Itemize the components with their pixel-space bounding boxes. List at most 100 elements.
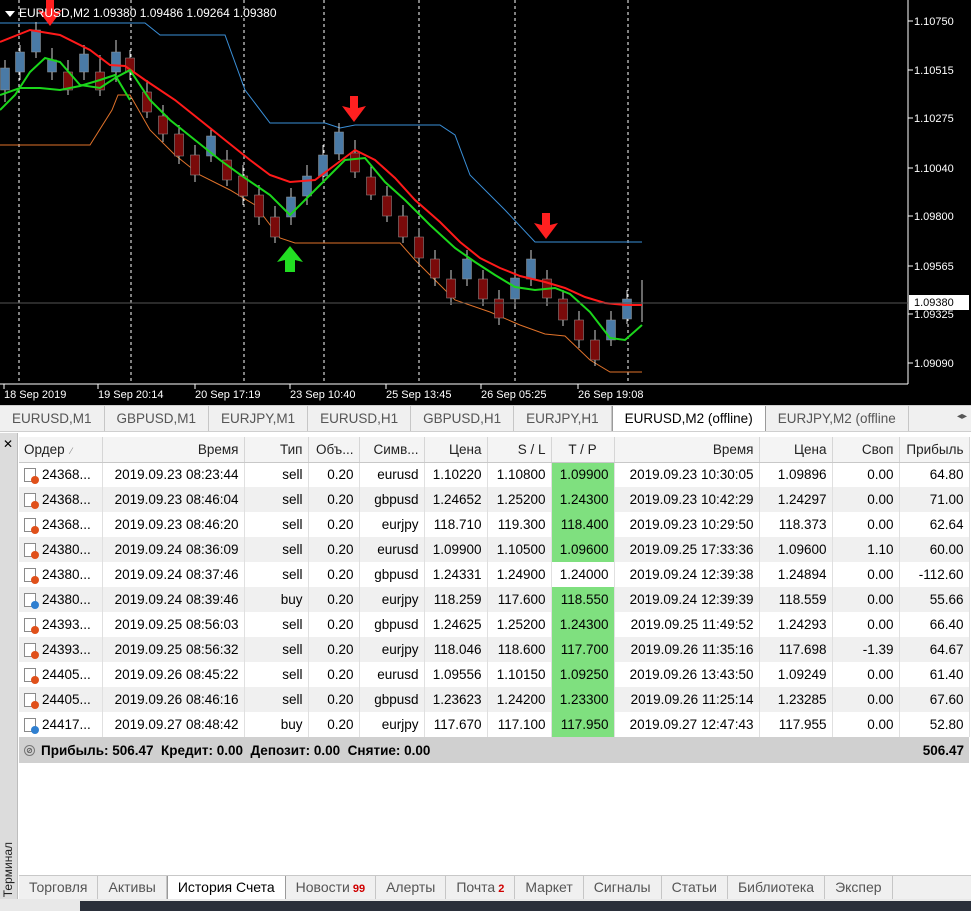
cell-volume: 0.20	[308, 712, 360, 737]
column-header[interactable]: Тип	[244, 437, 309, 463]
cell-open-time: 2019.09.26 08:45:22	[102, 662, 245, 687]
column-header-label: Время	[712, 441, 754, 457]
terminal-tab[interactable]: Торговля	[19, 876, 99, 899]
cell-close-time: 2019.09.27 12:47:43	[614, 712, 760, 737]
terminal-tab[interactable]: Новости 99	[286, 876, 377, 899]
column-header-label: Своп	[861, 441, 894, 457]
close-icon[interactable]: ✕	[3, 437, 13, 451]
cell-close-price: 1.24293	[759, 612, 833, 637]
sell-order-icon	[24, 643, 39, 660]
chart-tab[interactable]: EURJPY,H1	[514, 406, 612, 431]
cell-open-price: 118.046	[424, 637, 488, 662]
terminal-tab[interactable]: Экспер	[825, 876, 893, 899]
terminal-tab-label: Библиотека	[737, 879, 815, 895]
column-header[interactable]: Цена	[759, 437, 833, 463]
chart-canvas[interactable]: 1.10750 1.10515 1.10275 1.10040 1.09800 1.095…	[0, 0, 971, 405]
cell-sl: 1.25200	[487, 487, 552, 512]
cell-open-price: 1.09556	[424, 662, 488, 687]
terminal-tab[interactable]: Статьи	[662, 876, 728, 899]
history-table: Ордер ⁄ Время Тип Объ... Симв... Цена S / L T / …	[19, 437, 970, 871]
column-header[interactable]: Объ...	[308, 437, 360, 463]
cell-tp: 1.23300	[551, 687, 615, 712]
table-row[interactable]: 24417... 2019.09.27 08:48:42 buy 0.20 eurjpy…	[19, 712, 970, 737]
table-row[interactable]: 24380... 2019.09.24 08:36:09 sell 0.20 eurus…	[19, 537, 970, 562]
terminal-tab[interactable]: Маркет	[515, 876, 584, 899]
time-axis-label: 25 Sep 13:45	[386, 389, 451, 401]
terminal-tab[interactable]: История Счета	[166, 876, 286, 899]
terminal-tab[interactable]: Активы	[98, 876, 167, 899]
table-row[interactable]: 24393... 2019.09.25 08:56:03 sell 0.20 gbpus…	[19, 612, 970, 637]
cell-symbol: eurusd	[359, 662, 425, 687]
column-header[interactable]: Время	[614, 437, 760, 463]
chart-tab[interactable]: EURUSD,M2 (offline)	[611, 406, 766, 431]
cell-close-time: 2019.09.26 11:35:16	[614, 637, 760, 662]
price-chart[interactable]: 1.10750 1.10515 1.10275 1.10040 1.09800 1.095…	[0, 0, 971, 405]
column-header[interactable]: Время	[102, 437, 245, 463]
chart-menu-icon[interactable]	[5, 10, 15, 17]
cell-close-price: 117.955	[759, 712, 833, 737]
terminal-tab[interactable]: Библиотека	[728, 876, 826, 899]
cell-open-price: 1.09900	[424, 537, 488, 562]
cell-open-time: 2019.09.24 08:37:46	[102, 562, 245, 587]
chart-tab[interactable]: GBPUSD,H1	[411, 406, 515, 431]
column-header-label: Цена	[794, 441, 827, 457]
table-row[interactable]: 24405... 2019.09.26 08:46:16 sell 0.20 gbpus…	[19, 687, 970, 712]
table-row[interactable]: 24380... 2019.09.24 08:37:46 sell 0.20 gbpus…	[19, 562, 970, 587]
cell-open-time: 2019.09.27 08:48:42	[102, 712, 245, 737]
column-header[interactable]: Своп	[832, 437, 900, 463]
cell-order: 24380...	[19, 562, 103, 587]
column-header-label: Объ...	[316, 441, 354, 457]
bear-candle	[350, 152, 360, 173]
cell-type: sell	[244, 512, 309, 537]
terminal-tab[interactable]: Сигналы	[584, 876, 662, 899]
bull-candle	[15, 51, 25, 73]
table-row[interactable]: 24368... 2019.09.23 08:23:44 sell 0.20 eurus…	[19, 462, 970, 487]
column-header[interactable]: T / P	[551, 437, 615, 463]
cell-sl: 1.10500	[487, 537, 552, 562]
cell-tp: 1.09250	[551, 662, 615, 687]
column-header-label: Цена	[449, 441, 482, 457]
buy-order-icon	[24, 593, 39, 610]
bull-candle	[302, 175, 312, 197]
tab-scroll-arrows-icon[interactable]: ◂▸	[957, 411, 967, 422]
table-row[interactable]: 24368... 2019.09.23 08:46:20 sell 0.20 eurjp…	[19, 512, 970, 537]
chart-tab[interactable]: GBPUSD,M1	[105, 406, 210, 431]
cell-symbol: gbpusd	[359, 612, 425, 637]
column-header[interactable]: S / L	[487, 437, 552, 463]
chart-tab[interactable]: EURUSD,M1	[0, 406, 105, 431]
bull-candle	[334, 131, 344, 155]
terminal-tab[interactable]: Почта 2	[446, 876, 516, 899]
terminal-tab[interactable]: Алерты	[376, 876, 447, 899]
cell-sl: 1.10800	[487, 462, 552, 487]
cell-order: 24368...	[19, 462, 103, 487]
bull-candle	[526, 258, 536, 280]
cell-volume: 0.20	[308, 662, 360, 687]
cell-open-price: 1.24625	[424, 612, 488, 637]
table-row[interactable]: 24380... 2019.09.24 08:39:46 buy 0.20 eurjpy…	[19, 587, 970, 612]
cell-order: 24368...	[19, 512, 103, 537]
time-axis-label: 20 Sep 17:19	[195, 389, 260, 401]
cell-order: 24393...	[19, 612, 103, 637]
cell-sl: 1.24200	[487, 687, 552, 712]
chart-tab[interactable]: EURUSD,H1	[308, 406, 412, 431]
sell-order-icon	[24, 493, 39, 510]
column-header[interactable]: Симв...	[359, 437, 425, 463]
cell-symbol: eurjpy	[359, 712, 425, 737]
column-header[interactable]: Цена	[424, 437, 488, 463]
table-row[interactable]: 24393... 2019.09.25 08:56:32 sell 0.20 eurjp…	[19, 637, 970, 662]
time-axis-label: 23 Sep 10:40	[290, 389, 355, 401]
cell-profit: 55.66	[899, 587, 970, 612]
column-header[interactable]: Ордер ⁄	[19, 437, 103, 463]
chart-tab[interactable]: EURJPY,M1	[209, 406, 309, 431]
table-row[interactable]: 24368... 2019.09.23 08:46:04 sell 0.20 gbpus…	[19, 487, 970, 512]
cell-close-time: 2019.09.24 12:39:38	[614, 562, 760, 587]
chart-tab[interactable]: EURJPY,M2 (offline	[766, 406, 909, 431]
column-header[interactable]: Прибыль	[899, 437, 970, 463]
cell-volume: 0.20	[308, 487, 360, 512]
table-row[interactable]: 24405... 2019.09.26 08:45:22 sell 0.20 eurus…	[19, 662, 970, 687]
cell-volume: 0.20	[308, 462, 360, 487]
cell-profit: 71.00	[899, 487, 970, 512]
cell-type: sell	[244, 562, 309, 587]
bull-candle	[79, 53, 89, 73]
cell-open-price: 1.24331	[424, 562, 488, 587]
